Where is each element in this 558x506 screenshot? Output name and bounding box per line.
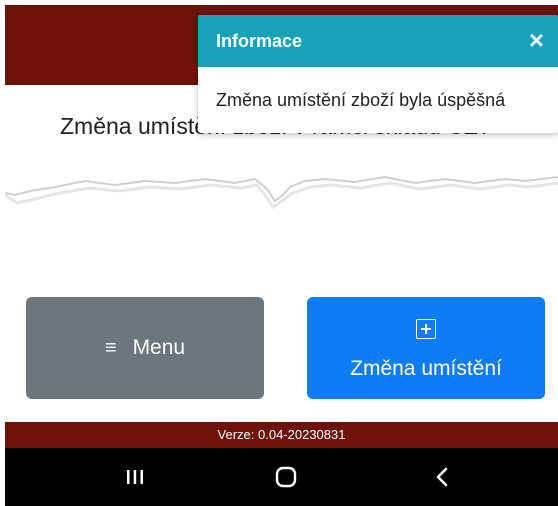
version-footer: Verze: 0.04-20230831 — [5, 422, 558, 448]
close-icon[interactable]: × — [529, 25, 544, 55]
toast-title: Informace — [216, 31, 303, 51]
change-location-button[interactable]: Změna umístění — [307, 297, 545, 399]
version-text: Verze: 0.04-20230831 — [217, 427, 346, 442]
nav-back-button[interactable] — [413, 448, 473, 506]
info-toast: Informace × Změna umístění zboží byla ús… — [198, 15, 558, 133]
nav-home-button[interactable] — [256, 448, 316, 506]
recents-icon — [127, 470, 143, 484]
home-icon — [275, 466, 297, 488]
plus-square-icon — [416, 319, 436, 339]
menu-button[interactable]: ≡ Menu — [26, 297, 264, 399]
hamburger-icon: ≡ — [104, 336, 117, 359]
toast-header: Informace × — [198, 15, 558, 67]
torn-edge-decoration — [5, 155, 558, 210]
nav-recents-button[interactable] — [105, 448, 165, 506]
menu-button-label: Menu — [132, 336, 186, 359]
change-location-button-label: Změna umístění — [350, 357, 502, 380]
toast-message: Změna umístění zboží byla úspěšná — [216, 90, 506, 110]
back-icon — [436, 467, 448, 487]
android-nav-bar — [5, 448, 558, 506]
